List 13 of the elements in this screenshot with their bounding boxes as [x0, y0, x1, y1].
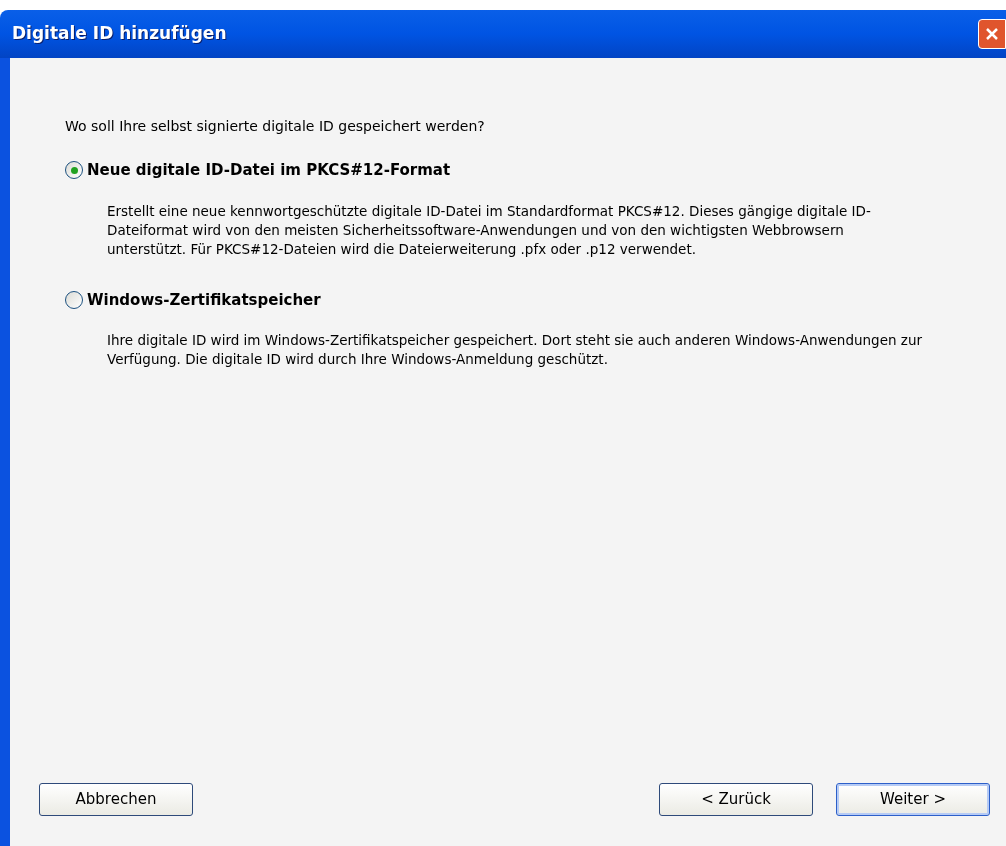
radio-button[interactable] — [65, 161, 83, 180]
radio-button[interactable] — [65, 290, 83, 309]
option-description: Ihre digitale ID wird im Windows-Zertifikatspeicher gespeichert. Dort steht sie auch anderen Windows-Anwendungen zur Verfügung. Die digitale ID wird durch Ihre Windows-Anmeldung geschützt. — [107, 331, 923, 369]
radio-option[interactable]: Neue digitale ID-Datei im PKCS#12-Format — [65, 159, 451, 182]
window-title: Digitale ID hinzufügen — [12, 22, 227, 46]
close-icon — [984, 26, 1000, 42]
option-description: Erstellt eine neue kennwortgeschützte digitale ID-Datei im Standardformat PKCS#12. Dieses gängige digitale ID-Dateiformat wird von den meisten Sicherheitssoftware-Anwendungen und von den wichtigsten Webbrowsern unterstützt. Für PKCS#12-Dateien wird die Dateierweiterung .pfx oder .p12 verwendet. — [107, 201, 872, 259]
question-text: Wo soll Ihre selbst signierte digitale ID gespeichert werden? — [65, 117, 486, 136]
cancel-button[interactable]: Abbrechen — [39, 783, 193, 816]
back-button[interactable]: < Zurück — [659, 783, 813, 816]
next-button[interactable]: Weiter > — [836, 783, 990, 816]
close-button[interactable] — [978, 19, 1006, 49]
radio-option[interactable]: Windows-Zertifikatspeicher — [65, 288, 321, 311]
